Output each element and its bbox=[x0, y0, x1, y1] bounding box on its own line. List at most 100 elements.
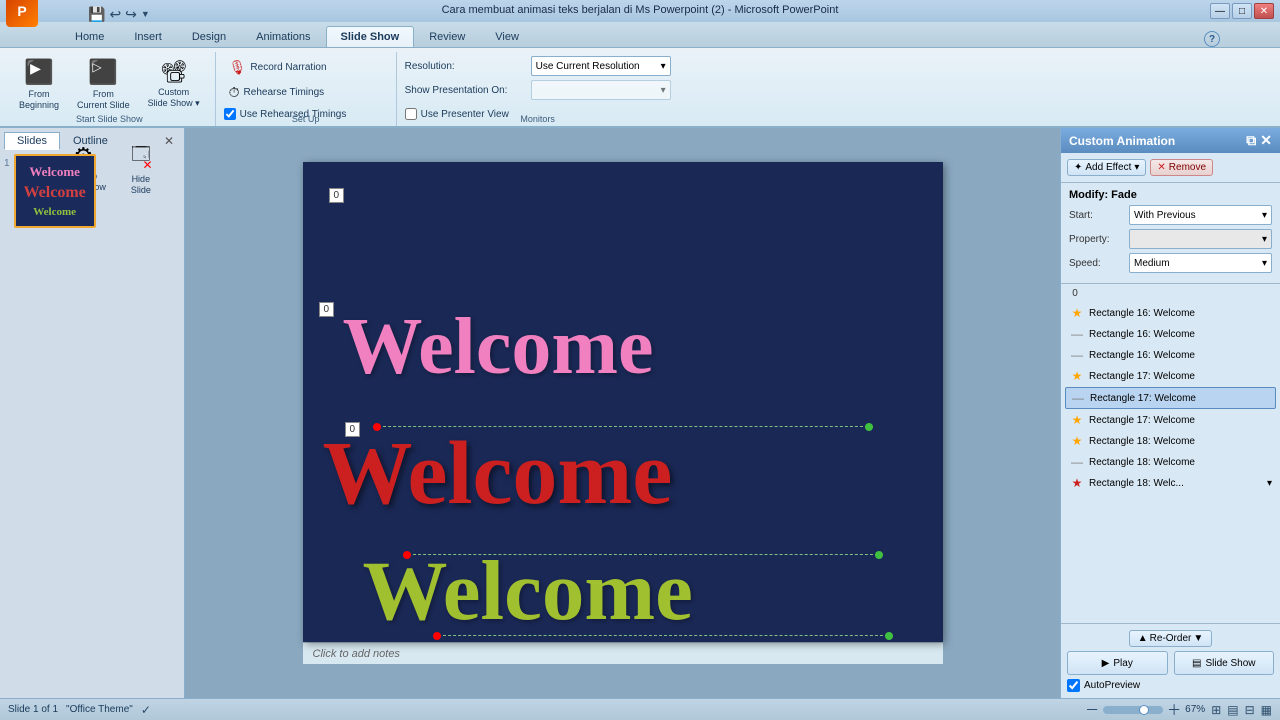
start-slideshow-group: ⬛ ▶ FromBeginning ⬛ ▷ FromCurrent Slide … bbox=[4, 52, 216, 126]
minimize-button[interactable]: — bbox=[1210, 3, 1230, 19]
notes-placeholder: Click to add notes bbox=[313, 648, 400, 660]
anim-item-1[interactable]: — Rectangle 16: Welcome bbox=[1065, 324, 1276, 344]
record-narration-button[interactable]: 🎙 Record Narration bbox=[224, 56, 384, 79]
anim-list-container: 0 ★ Rectangle 16: Welcome — Rectangle 16… bbox=[1061, 284, 1280, 623]
notes-bar[interactable]: Click to add notes bbox=[303, 642, 943, 664]
thumb-green-text: Welcome bbox=[24, 206, 86, 218]
add-effect-button[interactable]: ✦ Add Effect ▾ bbox=[1067, 159, 1146, 176]
modify-title: Modify: Fade bbox=[1069, 189, 1272, 201]
hide-slide-button[interactable]: 🗔 ✕ HideSlide bbox=[117, 140, 165, 196]
badge-3: 0 bbox=[345, 422, 361, 437]
anim-panel-resize-icon[interactable]: ⧉ bbox=[1246, 132, 1256, 149]
tab-home[interactable]: Home bbox=[60, 26, 119, 47]
anim-panel-header: Custom Animation ⧉ ✕ bbox=[1061, 128, 1280, 153]
resolution-dropdown[interactable]: Use Current Resolution ▾ bbox=[531, 56, 671, 76]
anim-item-text-0: Rectangle 16: Welcome bbox=[1089, 308, 1272, 319]
monitors-group: Resolution: Use Current Resolution ▾ Sho… bbox=[397, 52, 679, 126]
rehearse-timings-button[interactable]: ⏱ Rehearse Timings bbox=[224, 81, 384, 104]
autopreview-checkbox[interactable] bbox=[1067, 679, 1080, 692]
close-button[interactable]: ✕ bbox=[1254, 3, 1274, 19]
welcome-pink[interactable]: Welcome bbox=[343, 302, 654, 393]
view-normal-icon[interactable]: ▤ bbox=[1227, 703, 1238, 717]
welcome-red[interactable]: Welcome bbox=[323, 422, 673, 525]
maximize-button[interactable]: □ bbox=[1232, 3, 1252, 19]
help-icon[interactable]: ? bbox=[1204, 31, 1220, 47]
zoom-slider[interactable] bbox=[1103, 706, 1163, 714]
custom-slideshow-icon: 📽 bbox=[160, 59, 188, 85]
anim-item-text-2: Rectangle 16: Welcome bbox=[1089, 350, 1272, 361]
from-current-button[interactable]: ⬛ ▷ FromCurrent Slide bbox=[70, 56, 137, 112]
tab-insert[interactable]: Insert bbox=[119, 26, 177, 47]
slide-canvas[interactable]: 0 Welcome 0 Welcome 0 Welcome bbox=[303, 162, 943, 642]
anim-item-arrow-8[interactable]: ▾ bbox=[1267, 478, 1272, 489]
slides-tab[interactable]: Slides bbox=[4, 132, 60, 150]
anim-item-icon-0: ★ bbox=[1069, 305, 1085, 321]
play-label: Play bbox=[1113, 658, 1132, 669]
show-on-dropdown[interactable]: ▾ bbox=[531, 80, 671, 100]
dropdown-qa-icon[interactable]: ▼ bbox=[141, 9, 150, 19]
anim-item-text-3: Rectangle 17: Welcome bbox=[1089, 371, 1272, 382]
reorder-label: Re-Order bbox=[1150, 633, 1192, 644]
anim-panel-close-icon[interactable]: ✕ bbox=[1260, 132, 1272, 149]
from-beginning-icon: ⬛ ▶ bbox=[24, 58, 54, 87]
welcome-green[interactable]: Welcome bbox=[363, 542, 693, 640]
anim-panel-title: Custom Animation bbox=[1069, 134, 1175, 148]
start-dropdown[interactable]: With Previous ▾ bbox=[1129, 205, 1272, 225]
anim-item-text-6: Rectangle 18: Welcome bbox=[1089, 436, 1272, 447]
anim-panel-toolbar: ✦ Add Effect ▾ ✕ Remove bbox=[1061, 153, 1280, 183]
anim-item-4[interactable]: — Rectangle 17: Welcome bbox=[1065, 387, 1276, 409]
reorder-down-icon: ▼ bbox=[1193, 633, 1203, 644]
hide-slide-label: HideSlide bbox=[131, 174, 151, 196]
resolution-label: Resolution: bbox=[405, 61, 525, 72]
from-beginning-button[interactable]: ⬛ ▶ FromBeginning bbox=[12, 56, 66, 112]
slideshow-button[interactable]: ▤ Slide Show bbox=[1174, 651, 1275, 675]
hide-slide-icon: 🗔 ✕ bbox=[131, 140, 151, 172]
reorder-up-button[interactable]: ▲ Re-Order ▼ bbox=[1129, 630, 1213, 647]
speed-dropdown[interactable]: Medium ▾ bbox=[1129, 253, 1272, 273]
tab-review[interactable]: Review bbox=[414, 26, 480, 47]
zoom-in-button[interactable]: ＋ bbox=[1167, 700, 1181, 720]
anim-item-6[interactable]: ★ Rectangle 18: Welcome bbox=[1065, 431, 1276, 451]
speed-value: Medium bbox=[1134, 258, 1170, 269]
redo-qa-icon[interactable]: ↪ bbox=[125, 6, 137, 23]
anim-item-0[interactable]: ★ Rectangle 16: Welcome bbox=[1065, 303, 1276, 323]
rehearse-timings-icon: ⏱ bbox=[229, 84, 240, 101]
tab-view[interactable]: View bbox=[480, 26, 534, 47]
thumb-red-text: Welcome bbox=[24, 184, 86, 202]
animation-line-3 bbox=[433, 635, 893, 640]
setup-group-label: Set Up bbox=[216, 114, 396, 124]
slide-number: 1 bbox=[4, 158, 10, 169]
undo-qa-icon[interactable]: ↩ bbox=[109, 6, 121, 23]
anim-item-3[interactable]: ★ Rectangle 17: Welcome bbox=[1065, 366, 1276, 386]
zoom-out-button[interactable]: － bbox=[1085, 700, 1099, 720]
badge-1: 0 bbox=[329, 188, 345, 203]
tab-slideshow[interactable]: Slide Show bbox=[326, 26, 415, 47]
anim-item-icon-5: ★ bbox=[1069, 412, 1085, 428]
badge-2: 0 bbox=[319, 302, 335, 317]
slideshow-icon: ▤ bbox=[1192, 658, 1201, 669]
zoom-level: 67% bbox=[1185, 704, 1205, 715]
play-button[interactable]: ▶ Play bbox=[1067, 651, 1168, 675]
view-slide-icon[interactable]: ⊟ bbox=[1245, 703, 1255, 717]
autopreview-label: AutoPreview bbox=[1084, 680, 1140, 691]
tab-design[interactable]: Design bbox=[177, 26, 241, 47]
view-reading-icon[interactable]: ▦ bbox=[1261, 703, 1272, 717]
slide-thumbnail[interactable]: Welcome Welcome Welcome bbox=[14, 154, 96, 228]
anim-panel-footer: ▲ Re-Order ▼ ▶ Play ▤ Slide Show AutoPre… bbox=[1061, 623, 1280, 698]
custom-slideshow-label: CustomSlide Show ▾ bbox=[148, 87, 200, 109]
spell-check-icon[interactable]: ✓ bbox=[141, 703, 151, 717]
anim-item-7[interactable]: — Rectangle 18: Welcome bbox=[1065, 452, 1276, 472]
slide-info: Slide 1 of 1 bbox=[8, 704, 58, 715]
property-dropdown[interactable]: ▾ bbox=[1129, 229, 1272, 249]
anim-item-icon-4: — bbox=[1070, 390, 1086, 406]
fit-window-button[interactable]: ⊞ bbox=[1211, 703, 1221, 717]
save-qa-icon[interactable]: 💾 bbox=[88, 6, 105, 23]
remove-effect-button[interactable]: ✕ Remove bbox=[1150, 159, 1213, 176]
anim-item-8[interactable]: ★ Rectangle 18: Welc... ▾ bbox=[1065, 473, 1276, 493]
anim-list-num: 0 bbox=[1065, 288, 1085, 299]
custom-slideshow-button[interactable]: 📽 CustomSlide Show ▾ bbox=[141, 56, 207, 112]
anim-item-5[interactable]: ★ Rectangle 17: Welcome bbox=[1065, 410, 1276, 430]
tab-animations[interactable]: Animations bbox=[241, 26, 325, 47]
anim-item-2[interactable]: — Rectangle 16: Welcome bbox=[1065, 345, 1276, 365]
start-value: With Previous bbox=[1134, 210, 1196, 221]
